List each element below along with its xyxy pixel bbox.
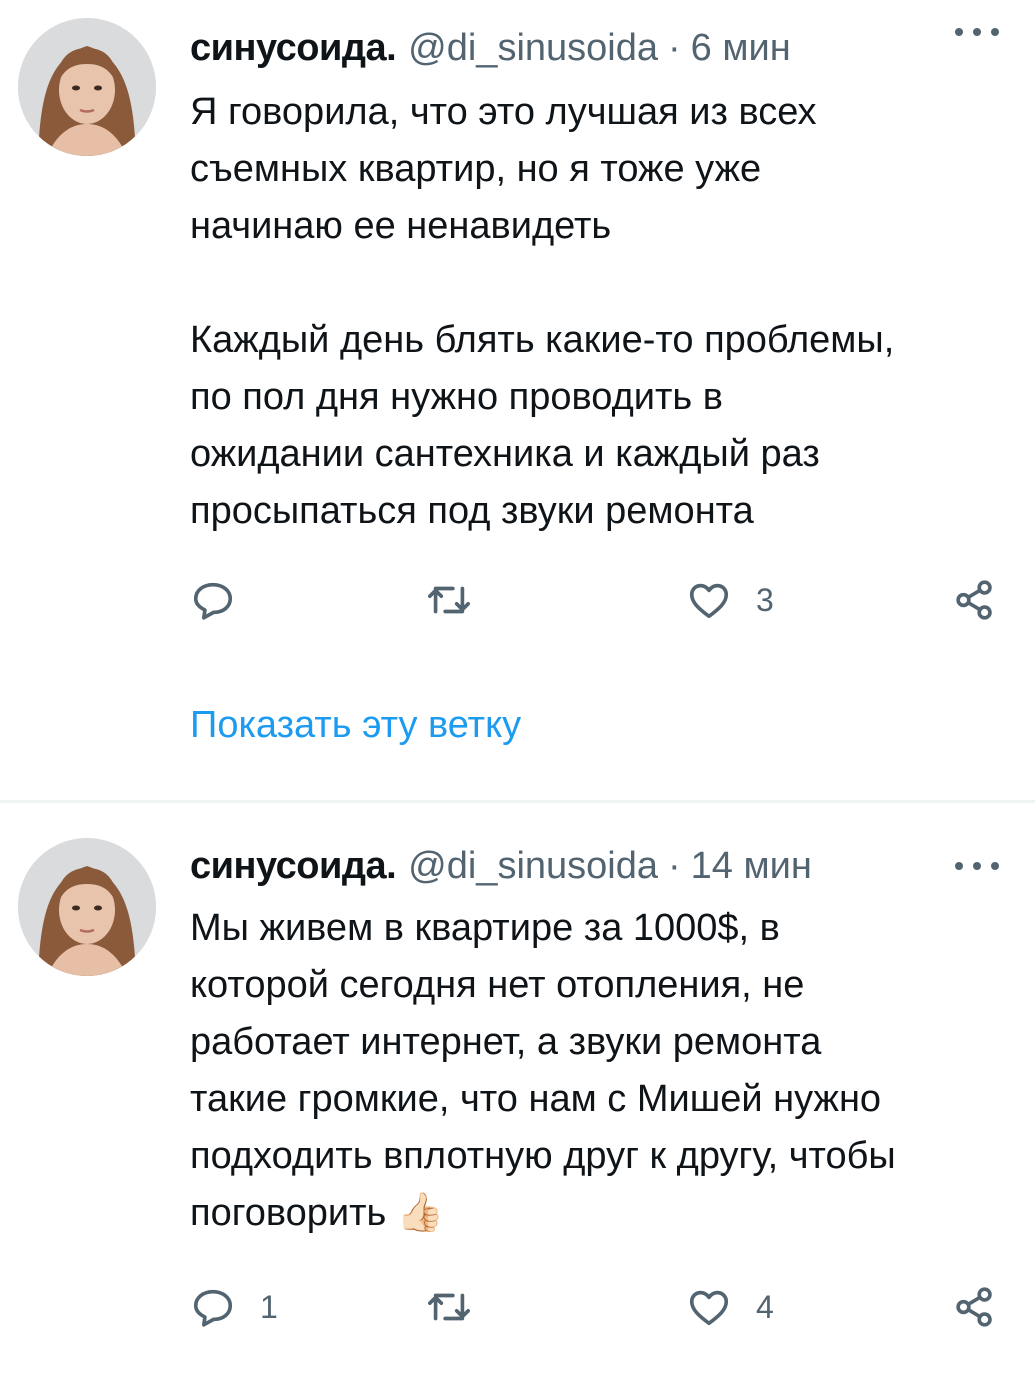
retweet-icon — [428, 586, 470, 614]
like-count: 3 — [756, 581, 774, 618]
retweet-button[interactable] — [426, 1282, 496, 1332]
reply-icon — [193, 582, 233, 620]
reply-count: 1 — [260, 1288, 278, 1325]
like-count: 4 — [756, 1288, 774, 1325]
like-button[interactable]: 4 — [686, 1282, 774, 1332]
avatar[interactable] — [18, 18, 156, 156]
avatar[interactable] — [18, 838, 156, 976]
author-handle[interactable]: @di_sinusoida — [408, 845, 658, 888]
timestamp[interactable]: 6 мин — [691, 27, 791, 70]
retweet-button[interactable] — [426, 575, 496, 625]
reply-icon — [193, 1289, 233, 1327]
tweet[interactable]: синусоида. @di_sinusoida · 6 мин Я говор… — [0, 0, 1035, 800]
author-handle[interactable]: @di_sinusoida — [408, 27, 658, 70]
tweet-actions: 1 4 — [190, 1282, 1005, 1332]
tweet-header: синусоида. @di_sinusoida · 6 мин — [190, 18, 1035, 78]
heart-icon — [689, 1290, 729, 1326]
retweet-icon — [428, 1293, 470, 1321]
separator-dot: · — [668, 844, 681, 887]
more-horizontal-icon[interactable] — [955, 26, 999, 38]
share-icon — [956, 1287, 992, 1327]
share-button[interactable] — [952, 1282, 998, 1332]
tweet-text: Мы живем в квартире за 1000$, в которой … — [190, 907, 896, 1234]
tweet-text: Я говорила, что это лучшая из всех съемн… — [190, 91, 895, 532]
heart-icon — [689, 583, 729, 619]
like-button[interactable]: 3 — [686, 575, 774, 625]
reply-button[interactable] — [190, 575, 260, 625]
share-icon — [956, 580, 992, 620]
separator-dot: · — [668, 26, 681, 69]
tweet[interactable]: синусоида. @di_sinusoida · 14 мин Мы жив… — [0, 804, 1035, 1397]
divider — [0, 800, 1035, 803]
author-name[interactable]: синусоида. — [190, 845, 397, 888]
tweet-header: синусоида. @di_sinusoida · 14 мин — [190, 836, 1035, 896]
author-name[interactable]: синусоида. — [190, 27, 397, 70]
more-horizontal-icon[interactable] — [955, 860, 999, 872]
timestamp[interactable]: 14 мин — [691, 845, 812, 888]
reply-button[interactable]: 1 — [190, 1282, 278, 1332]
avatar-image — [18, 838, 156, 976]
tweet-actions: 3 — [190, 575, 1005, 625]
share-button[interactable] — [952, 575, 998, 625]
show-thread-link[interactable]: Показать эту ветку — [190, 704, 521, 747]
avatar-image — [18, 18, 156, 156]
